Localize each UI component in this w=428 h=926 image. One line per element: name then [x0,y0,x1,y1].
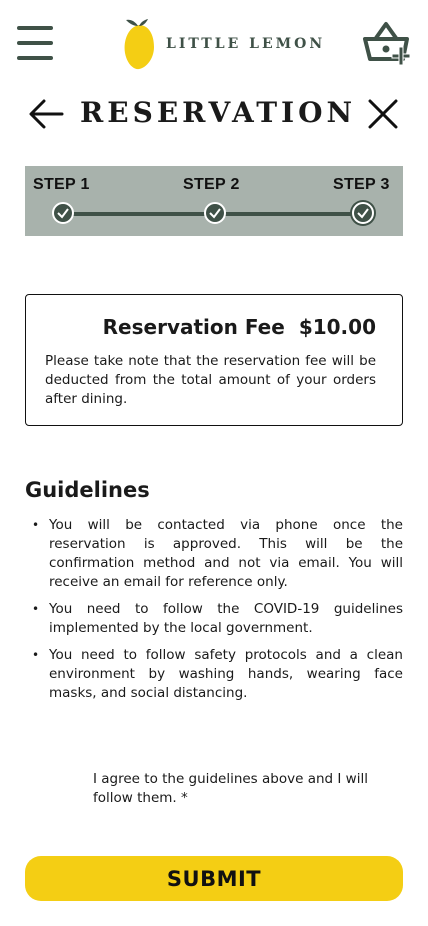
guideline-item: You need to follow the COVID-19 guidelin… [25,600,403,638]
brand-logo[interactable]: LITTLE LEMON [122,16,325,72]
lemon-icon [124,19,154,70]
reservation-stepper: STEP 1 STEP 2 STEP 3 [25,166,403,236]
step-label: STEP 1 [33,176,90,193]
guidelines-heading: Guidelines [25,478,150,502]
basket-add-icon[interactable] [362,18,412,66]
step-3-check-icon [352,202,374,224]
reservation-fee-card: Reservation Fee $10.00 Please take note t… [25,294,403,426]
fee-amount: $10.00 [298,315,376,339]
guideline-item: You will be contacted via phone once the… [25,516,403,592]
step-2-check-icon [204,202,226,224]
step-1: STEP 1 [33,176,90,194]
page-title: RESERVATION [80,96,357,129]
guidelines-list: You will be contacted via phone once the… [25,516,403,711]
step-3: STEP 3 [333,176,390,194]
step-label: STEP 2 [183,176,240,193]
guideline-item: You need to follow safety protocols and … [25,646,403,703]
hamburger-menu-icon[interactable] [17,24,53,62]
step-2: STEP 2 [183,176,240,194]
top-app-bar: LITTLE LEMON [0,0,428,90]
brand-name: LITTLE LEMON [166,36,326,52]
fee-header: Reservation Fee $10.00 [103,315,376,339]
agree-checkbox-label[interactable]: I agree to the guidelines above and I wi… [93,770,383,808]
submit-button[interactable]: SUBMIT [25,856,403,901]
title-bar: RESERVATION [0,90,428,140]
step-label: STEP 3 [333,176,390,193]
arrow-left-icon[interactable] [26,96,66,132]
fee-note: Please take note that the reservation fe… [45,353,376,407]
close-icon[interactable] [365,96,401,132]
step-1-check-icon [52,202,74,224]
fee-label: Reservation Fee [102,315,285,339]
